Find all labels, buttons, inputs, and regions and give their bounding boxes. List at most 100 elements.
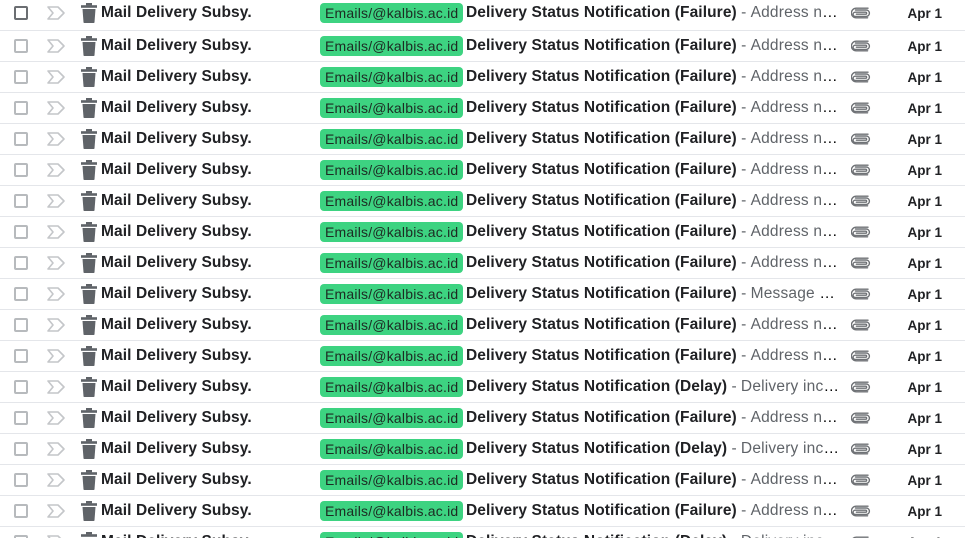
importance-marker-icon[interactable] (46, 496, 70, 526)
importance-marker-icon[interactable] (46, 93, 70, 123)
checkbox-icon[interactable] (14, 70, 28, 84)
select-checkbox[interactable] (14, 62, 36, 92)
select-checkbox[interactable] (14, 341, 36, 371)
label-chip[interactable]: Emails/@kalbis.ac.id (320, 3, 464, 23)
importance-marker-icon[interactable] (46, 124, 70, 154)
label-chip-cell: Emails/@kalbis.ac.id (320, 496, 464, 526)
importance-marker-icon[interactable] (46, 310, 70, 340)
importance-marker-icon[interactable] (46, 31, 70, 61)
importance-marker-icon[interactable] (46, 465, 70, 495)
importance-marker-icon[interactable] (46, 62, 70, 92)
checkbox-icon[interactable] (14, 194, 28, 208)
select-checkbox[interactable] (14, 372, 36, 402)
importance-marker-icon[interactable] (46, 527, 70, 538)
email-row[interactable]: Mail Delivery Subsy. Emails/@kalbis.ac.i… (0, 93, 965, 124)
select-checkbox[interactable] (14, 496, 36, 526)
importance-marker-icon[interactable] (46, 0, 70, 30)
label-chip[interactable]: Emails/@kalbis.ac.id (320, 36, 464, 56)
email-row[interactable]: Mail Delivery Subsy. Emails/@kalbis.ac.i… (0, 186, 965, 217)
importance-marker-icon[interactable] (46, 372, 70, 402)
importance-marker-icon[interactable] (46, 341, 70, 371)
subject-separator: - (736, 68, 751, 85)
select-checkbox[interactable] (14, 310, 36, 340)
checkbox-icon[interactable] (14, 39, 28, 53)
subject-snippet: Delivery Status Notification (Failure) -… (466, 465, 843, 495)
email-row[interactable]: Mail Delivery Subsy. Emails/@kalbis.ac.i… (0, 341, 965, 372)
checkbox-icon[interactable] (14, 411, 28, 425)
label-chip[interactable]: Emails/@kalbis.ac.id (320, 439, 464, 459)
email-row[interactable]: Mail Delivery Subsy. Emails/@kalbis.ac.i… (0, 155, 965, 186)
label-chip[interactable]: Emails/@kalbis.ac.id (320, 470, 464, 490)
label-chip[interactable]: Emails/@kalbis.ac.id (320, 222, 464, 242)
checkbox-icon[interactable] (14, 132, 28, 146)
checkbox-icon[interactable] (14, 504, 28, 518)
select-checkbox[interactable] (14, 186, 36, 216)
email-row[interactable]: Mail Delivery Subsy. Emails/@kalbis.ac.i… (0, 31, 965, 62)
select-checkbox[interactable] (14, 279, 36, 309)
importance-marker-icon[interactable] (46, 217, 70, 247)
email-row[interactable]: Mail Delivery Subsy. Emails/@kalbis.ac.i… (0, 248, 965, 279)
checkbox-icon[interactable] (14, 101, 28, 115)
checkbox-icon[interactable] (14, 6, 28, 20)
importance-marker-icon[interactable] (46, 248, 70, 278)
email-row[interactable]: Mail Delivery Subsy. Emails/@kalbis.ac.i… (0, 527, 965, 538)
email-date: Apr 1 (907, 224, 942, 240)
label-chip[interactable]: Emails/@kalbis.ac.id (320, 129, 464, 149)
select-checkbox[interactable] (14, 403, 36, 433)
label-chip[interactable]: Emails/@kalbis.ac.id (320, 315, 464, 335)
label-chip[interactable]: Emails/@kalbis.ac.id (320, 532, 464, 538)
checkbox-icon[interactable] (14, 287, 28, 301)
email-row[interactable]: Mail Delivery Subsy. Emails/@kalbis.ac.i… (0, 124, 965, 155)
importance-marker-icon[interactable] (46, 186, 70, 216)
email-row[interactable]: Mail Delivery Subsy. Emails/@kalbis.ac.i… (0, 372, 965, 403)
checkbox-icon[interactable] (14, 473, 28, 487)
subject-snippet: Delivery Status Notification (Failure) -… (466, 155, 843, 185)
email-row[interactable]: Mail Delivery Subsy. Emails/@kalbis.ac.i… (0, 62, 965, 93)
label-chip[interactable]: Emails/@kalbis.ac.id (320, 160, 464, 180)
email-row[interactable]: Mail Delivery Subsy. Emails/@kalbis.ac.i… (0, 465, 965, 496)
label-chip[interactable]: Emails/@kalbis.ac.id (320, 253, 464, 273)
email-row[interactable]: Mail Delivery Subsy. Emails/@kalbis.ac.i… (0, 310, 965, 341)
label-chip[interactable]: Emails/@kalbis.ac.id (320, 98, 464, 118)
label-chip[interactable]: Emails/@kalbis.ac.id (320, 377, 464, 397)
select-checkbox[interactable] (14, 124, 36, 154)
importance-marker-icon[interactable] (46, 434, 70, 464)
sender-name: Mail Delivery Subsy. (101, 403, 316, 433)
importance-marker-icon[interactable] (46, 279, 70, 309)
email-row[interactable]: Mail Delivery Subsy. Emails/@kalbis.ac.i… (0, 0, 965, 31)
label-chip[interactable]: Emails/@kalbis.ac.id (320, 408, 464, 428)
checkbox-icon[interactable] (14, 442, 28, 456)
select-checkbox[interactable] (14, 434, 36, 464)
checkbox-icon[interactable] (14, 380, 28, 394)
email-row[interactable]: Mail Delivery Subsy. Emails/@kalbis.ac.i… (0, 403, 965, 434)
label-chip[interactable]: Emails/@kalbis.ac.id (320, 191, 464, 211)
select-checkbox[interactable] (14, 0, 36, 30)
attachment-icon (851, 0, 875, 30)
importance-marker-icon[interactable] (46, 403, 70, 433)
checkbox-icon[interactable] (14, 318, 28, 332)
subject-separator: - (736, 285, 751, 302)
select-checkbox[interactable] (14, 93, 36, 123)
checkbox-icon[interactable] (14, 163, 28, 177)
select-checkbox[interactable] (14, 248, 36, 278)
label-chip[interactable]: Emails/@kalbis.ac.id (320, 284, 464, 304)
label-chip[interactable]: Emails/@kalbis.ac.id (320, 501, 464, 521)
checkbox-icon[interactable] (14, 349, 28, 363)
email-row[interactable]: Mail Delivery Subsy. Emails/@kalbis.ac.i… (0, 279, 965, 310)
checkbox-icon[interactable] (14, 225, 28, 239)
email-row[interactable]: Mail Delivery Subsy. Emails/@kalbis.ac.i… (0, 434, 965, 465)
select-checkbox[interactable] (14, 31, 36, 61)
sender-text: Mail Delivery Subsy. (101, 347, 252, 364)
select-checkbox[interactable] (14, 527, 36, 538)
attachment-icon (851, 403, 875, 433)
sender-text: Mail Delivery Subsy. (101, 99, 252, 116)
select-checkbox[interactable] (14, 465, 36, 495)
importance-marker-icon[interactable] (46, 155, 70, 185)
label-chip[interactable]: Emails/@kalbis.ac.id (320, 346, 464, 366)
checkbox-icon[interactable] (14, 256, 28, 270)
label-chip[interactable]: Emails/@kalbis.ac.id (320, 67, 464, 87)
email-row[interactable]: Mail Delivery Subsy. Emails/@kalbis.ac.i… (0, 217, 965, 248)
select-checkbox[interactable] (14, 155, 36, 185)
select-checkbox[interactable] (14, 217, 36, 247)
email-row[interactable]: Mail Delivery Subsy. Emails/@kalbis.ac.i… (0, 496, 965, 527)
